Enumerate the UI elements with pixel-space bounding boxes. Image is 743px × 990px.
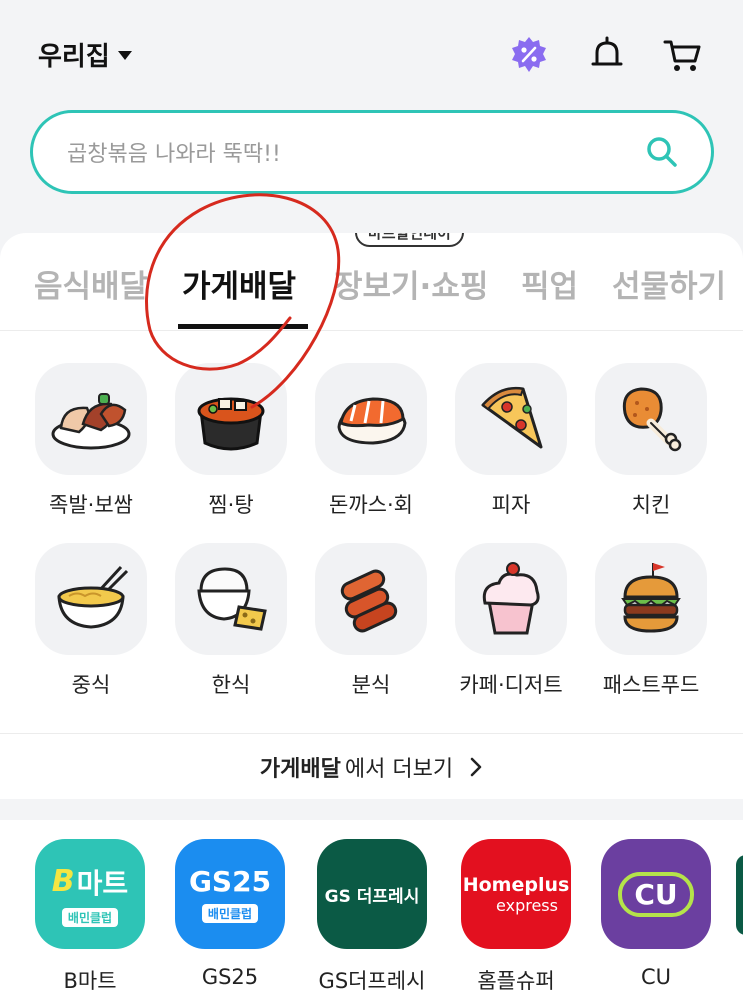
jokbal-icon xyxy=(35,363,147,475)
homeplus-logo: Homeplus express xyxy=(461,839,571,949)
gs25-logo: GS25 배민클럽 xyxy=(175,839,285,949)
category-label: 족발·보쌈 xyxy=(49,493,133,517)
bell-icon[interactable] xyxy=(586,34,628,76)
cupcake-icon xyxy=(455,543,567,655)
search-icon[interactable] xyxy=(645,135,679,173)
active-tab-indicator xyxy=(178,324,308,329)
top-bar: 우리집 xyxy=(0,0,743,105)
category-snack[interactable]: 분식 xyxy=(301,543,441,699)
search-placeholder: 곱창볶음 나와라 뚝딱!! xyxy=(67,142,281,167)
category-label: 분식 xyxy=(351,673,391,697)
service-panel: 음식배달 가게배달 장보기·쇼핑 픽업 선물하기 족발·보쌈 찜·탕 돈까스·회… xyxy=(0,233,743,799)
category-stew[interactable]: 찜·탕 xyxy=(161,363,301,519)
store-bmart[interactable]: B 마트 배민클럽 B마트 xyxy=(20,839,160,990)
category-label: 찜·탕 xyxy=(208,493,254,517)
caret-down-icon xyxy=(117,51,132,60)
gs-thefresh-logo-text: GS 더프레시 xyxy=(324,886,420,907)
store-shortcuts: B 마트 배민클럽 B마트 GS25 배민클럽 GS25 GS 더프레시 GS더… xyxy=(0,820,743,990)
store-label: GS더프레시 xyxy=(318,969,426,990)
store-label: CU xyxy=(640,965,672,989)
cu-logo: CU xyxy=(601,839,711,949)
category-label: 중식 xyxy=(71,673,111,697)
cart-icon[interactable] xyxy=(662,34,704,76)
homeplus-logo-sub: express xyxy=(496,895,558,915)
cu-logo-text: CU xyxy=(634,877,678,911)
category-label: 돈까스·회 xyxy=(329,493,413,517)
see-more-bold: 가게배달 xyxy=(259,756,341,782)
category-tonkatsu-sashimi[interactable]: 돈까스·회 xyxy=(301,363,441,519)
tab-pickup[interactable]: 픽업 xyxy=(521,261,578,306)
address-label: 우리집 xyxy=(38,42,110,72)
bmart-logo: B 마트 배민클럽 xyxy=(35,839,145,949)
pizza-icon xyxy=(455,363,567,475)
chicken-leg-icon xyxy=(595,363,707,475)
service-tabs: 음식배달 가게배달 장보기·쇼핑 픽업 선물하기 xyxy=(0,233,743,331)
store-homeplus[interactable]: Homeplus express 홈플슈퍼 xyxy=(446,839,586,990)
stew-pot-icon xyxy=(175,363,287,475)
chevron-right-icon xyxy=(469,757,483,777)
store-gs-thefresh[interactable]: GS 더프레시 GS더프레시 xyxy=(302,839,442,990)
store-label: B마트 xyxy=(63,969,117,990)
tab-gift[interactable]: 선물하기 xyxy=(612,261,726,306)
search-input[interactable]: 곱창볶음 나와라 뚝딱!! xyxy=(30,110,714,194)
store-cu[interactable]: CU CU xyxy=(586,839,726,989)
mart-discount-badge: 마트할인데이 xyxy=(355,233,464,247)
category-pizza[interactable]: 피자 xyxy=(441,363,581,519)
category-label: 패스트푸드 xyxy=(602,673,700,697)
noodle-bowl-icon xyxy=(35,543,147,655)
category-chicken[interactable]: 치킨 xyxy=(581,363,721,519)
next-store-peek[interactable] xyxy=(736,855,743,935)
category-chinese[interactable]: 중식 xyxy=(21,543,161,699)
sushi-icon xyxy=(315,363,427,475)
category-cafe-dessert[interactable]: 카페·디저트 xyxy=(441,543,581,699)
tab-store-delivery[interactable]: 가게배달 xyxy=(182,261,296,306)
gs-thefresh-logo: GS 더프레시 xyxy=(317,839,427,949)
category-jokbal[interactable]: 족발·보쌈 xyxy=(21,363,161,519)
club-badge: 배민클럽 xyxy=(201,904,259,923)
bmart-logo-text: 마트 xyxy=(76,866,129,900)
sausage-icon xyxy=(315,543,427,655)
see-more-text: 에서 더보기 xyxy=(344,756,454,782)
homeplus-logo-text: Homeplus xyxy=(462,873,570,896)
category-label: 한식 xyxy=(211,673,251,697)
rice-bowl-icon xyxy=(175,543,287,655)
store-label: 홈플슈퍼 xyxy=(477,969,555,990)
store-label: GS25 xyxy=(201,965,259,989)
gs25-logo-text: GS25 xyxy=(188,865,272,898)
category-label: 카페·디저트 xyxy=(459,673,563,697)
category-korean[interactable]: 한식 xyxy=(161,543,301,699)
burger-icon xyxy=(595,543,707,655)
store-gs25[interactable]: GS25 배민클럽 GS25 xyxy=(160,839,300,989)
tab-grocery-shopping[interactable]: 장보기·쇼핑 xyxy=(334,261,488,306)
tab-food-delivery[interactable]: 음식배달 xyxy=(34,261,148,306)
category-label: 피자 xyxy=(491,493,531,517)
club-badge: 배민클럽 xyxy=(61,907,119,927)
address-selector[interactable]: 우리집 xyxy=(38,36,132,73)
see-more-link[interactable]: 가게배달 에서 더보기 xyxy=(0,733,743,799)
category-label: 치킨 xyxy=(631,493,671,517)
discount-badge-icon[interactable] xyxy=(508,34,550,76)
category-fastfood[interactable]: 패스트푸드 xyxy=(581,543,721,699)
